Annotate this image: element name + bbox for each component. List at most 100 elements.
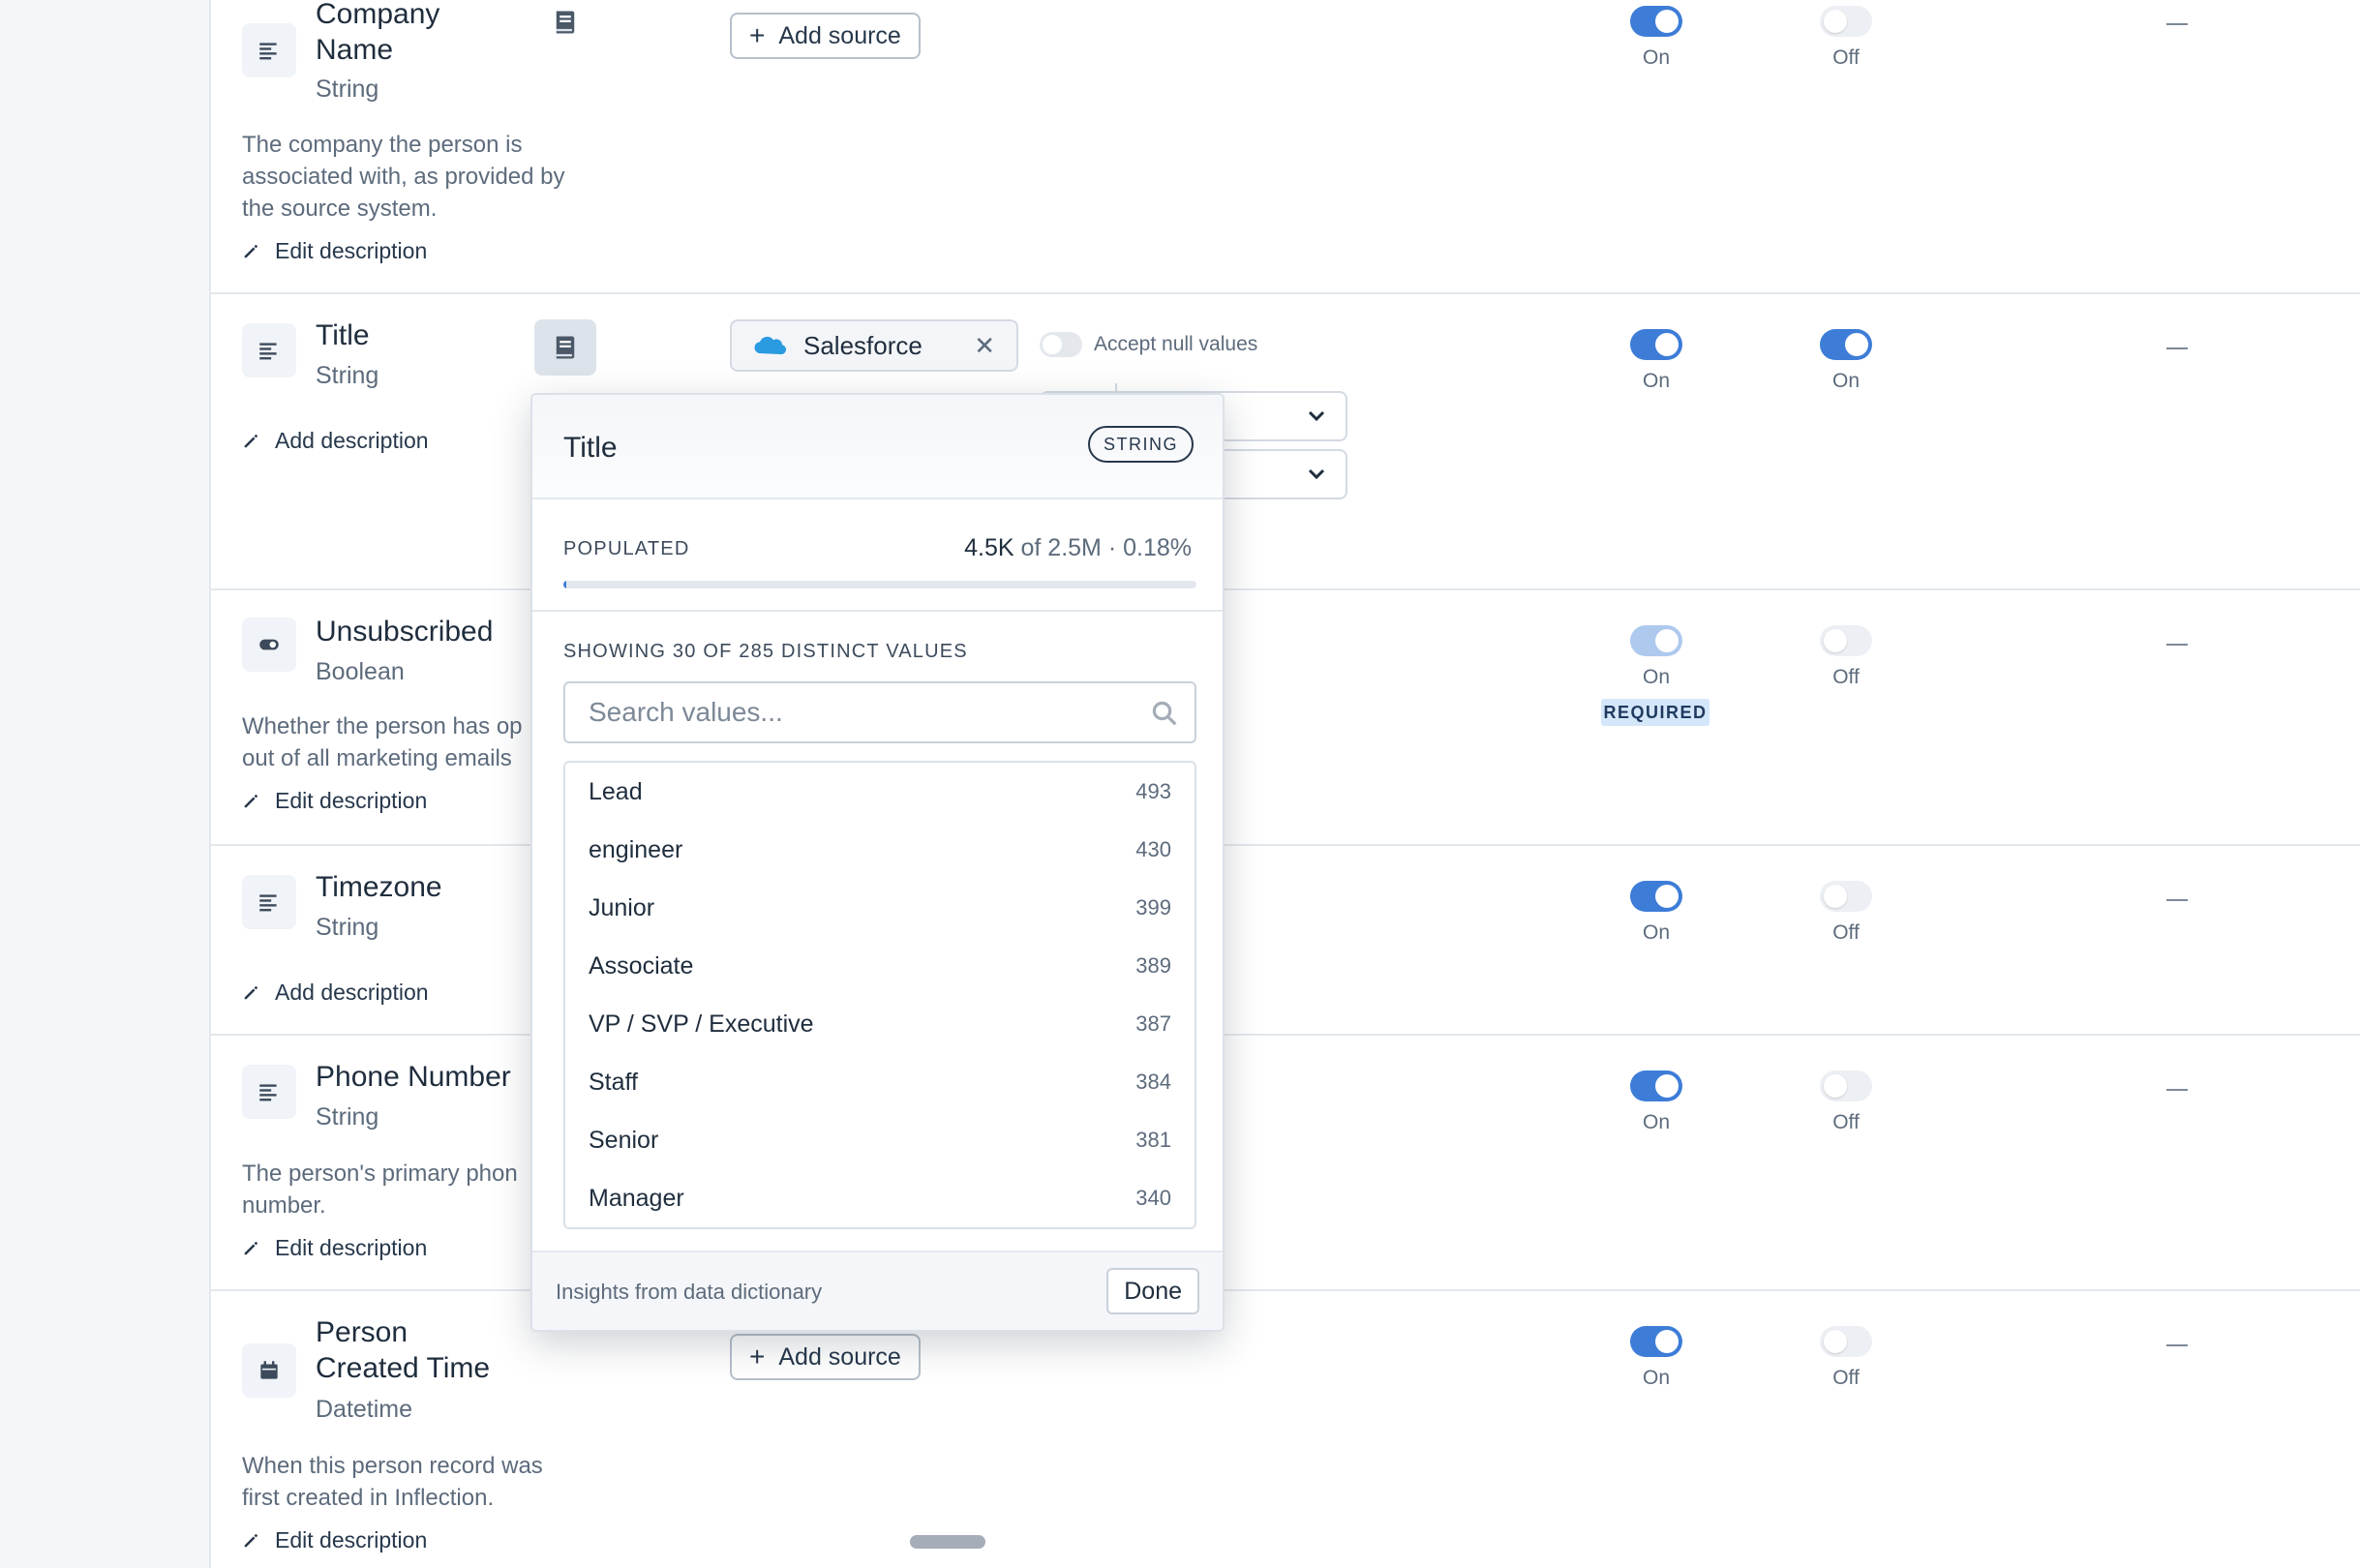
add-source-label: Add source	[778, 1342, 901, 1371]
string-type-icon	[242, 875, 296, 929]
value-label: Lead	[589, 777, 643, 805]
edit-description-link[interactable]: Edit description	[242, 1235, 427, 1261]
field-type: String	[316, 75, 379, 103]
toggle-enabled-label: On	[1642, 1111, 1670, 1133]
field-name: Person Created Time	[316, 1314, 490, 1386]
populated-progress-bar	[563, 581, 1196, 588]
field-type: String	[316, 362, 379, 389]
toggle-secondary[interactable]	[1820, 1070, 1872, 1101]
empty-value-dash	[2166, 644, 2188, 646]
toggle-secondary[interactable]	[1820, 6, 1872, 37]
toggle-enabled-label: On	[1642, 1367, 1670, 1389]
field-name-line: Person	[316, 1316, 408, 1348]
toggle-secondary-label: Off	[1832, 46, 1860, 69]
add-description-link[interactable]: Add description	[242, 428, 429, 454]
empty-value-dash	[2166, 1344, 2188, 1346]
search-values-field[interactable]	[563, 681, 1196, 743]
toggle-secondary[interactable]	[1820, 625, 1872, 656]
accept-null-label: Accept null values	[1094, 333, 1258, 355]
field-row-company-name: Company Name String The company the pers…	[211, 0, 2360, 294]
string-type-icon	[242, 1065, 296, 1119]
plus-icon: +	[749, 20, 766, 50]
field-description: The company the person is associated wit…	[242, 129, 600, 225]
toggle-enabled-label: On	[1642, 370, 1670, 392]
populated-progress-fill	[563, 581, 566, 588]
value-list-item[interactable]: engineer 430	[565, 821, 1195, 879]
pencil-icon	[244, 244, 258, 257]
populated-value: 4.5K of 2.5M · 0.18%	[964, 534, 1192, 562]
edit-description-link[interactable]: Edit description	[242, 1527, 427, 1553]
empty-value-dash	[2166, 899, 2188, 901]
value-list-item[interactable]: Staff 384	[565, 1053, 1195, 1111]
source-chip-salesforce[interactable]: Salesforce ✕	[730, 319, 1018, 372]
edit-description-link[interactable]: Edit description	[242, 238, 427, 264]
value-count: 384	[1135, 1070, 1171, 1094]
toggle-enabled[interactable]	[1630, 1326, 1682, 1357]
field-name-line: Name	[316, 34, 394, 66]
footer-text: Insights from data dictionary	[556, 1280, 823, 1304]
description-line: first created in Inflection.	[242, 1485, 495, 1511]
toggle-secondary-label: On	[1831, 370, 1860, 392]
add-source-button[interactable]: + Add source	[730, 13, 921, 59]
toggle-secondary[interactable]	[1820, 881, 1872, 912]
type-badge: STRING	[1087, 426, 1194, 463]
value-list-item[interactable]: Manager 340	[565, 1169, 1195, 1227]
empty-value-dash	[2166, 23, 2188, 25]
edit-description-link[interactable]: Edit description	[242, 788, 427, 814]
edit-description-label: Edit description	[275, 1235, 428, 1260]
toggle-secondary[interactable]	[1820, 329, 1872, 360]
field-description: When this person record was first create…	[242, 1450, 600, 1514]
search-values-input[interactable]	[589, 693, 1131, 732]
field-row-person-created-time: Person Created Time Datetime When this p…	[211, 1291, 2360, 1568]
toggle-enabled[interactable]	[1630, 1070, 1682, 1101]
add-description-link[interactable]: Add description	[242, 980, 429, 1006]
toggle-enabled[interactable]	[1630, 6, 1682, 37]
field-name: Timezone	[316, 871, 442, 903]
pencil-icon	[244, 985, 258, 999]
field-type: String	[316, 914, 379, 941]
add-description-label: Add description	[275, 980, 429, 1005]
value-list-item[interactable]: Associate 389	[565, 937, 1195, 995]
value-count: 389	[1135, 953, 1171, 978]
value-list-item[interactable]: Senior 381	[565, 1111, 1195, 1169]
value-label: Staff	[589, 1068, 638, 1096]
toggle-enabled-label: On	[1642, 46, 1670, 69]
description-line: The company the person is	[242, 132, 523, 158]
accept-null-toggle[interactable]	[1040, 332, 1082, 357]
distinct-values-label: SHOWING 30 OF 285 DISTINCT VALUES	[563, 641, 968, 662]
pencil-icon	[244, 1241, 258, 1254]
toggle-enabled[interactable]	[1630, 329, 1682, 360]
value-count: 399	[1135, 895, 1171, 920]
source-name: Salesforce	[803, 330, 923, 360]
plus-icon: +	[749, 1342, 766, 1372]
done-button[interactable]: Done	[1106, 1268, 1199, 1314]
remove-source-icon[interactable]: ✕	[974, 331, 995, 361]
add-source-button[interactable]: + Add source	[730, 1334, 921, 1380]
toggle-enabled-label: On	[1642, 921, 1670, 944]
scroll-handle[interactable]	[910, 1535, 985, 1549]
left-gutter	[0, 0, 211, 1568]
popover-title: Title	[563, 432, 618, 464]
field-type: Datetime	[316, 1396, 413, 1423]
edit-description-label: Edit description	[275, 1527, 428, 1553]
toggle-enabled[interactable]	[1630, 881, 1682, 912]
toggle-secondary-label: Off	[1832, 1367, 1860, 1389]
populated-section: POPULATED 4.5K of 2.5M · 0.18%	[532, 499, 1223, 612]
field-name-line: Created Time	[316, 1352, 491, 1384]
value-list-item[interactable]: Lead 493	[565, 763, 1195, 821]
data-dictionary-button[interactable]	[534, 319, 596, 376]
toggle-enabled	[1630, 625, 1682, 656]
data-dictionary-button[interactable]	[534, 0, 596, 50]
edit-description-label: Edit description	[275, 788, 428, 813]
value-count: 430	[1135, 837, 1171, 861]
popover-footer: Insights from data dictionary Done	[532, 1251, 1223, 1330]
toggle-secondary[interactable]	[1820, 1326, 1872, 1357]
field-name: Phone Number	[316, 1061, 511, 1093]
value-count: 381	[1135, 1128, 1171, 1152]
salesforce-cloud-icon	[754, 336, 786, 355]
string-type-icon	[242, 23, 296, 77]
value-list-item[interactable]: VP / SVP / Executive 387	[565, 995, 1195, 1053]
popover-header: Title STRING	[532, 395, 1223, 499]
value-list-item[interactable]: Junior 399	[565, 879, 1195, 937]
field-name: Unsubscribed	[316, 616, 494, 648]
